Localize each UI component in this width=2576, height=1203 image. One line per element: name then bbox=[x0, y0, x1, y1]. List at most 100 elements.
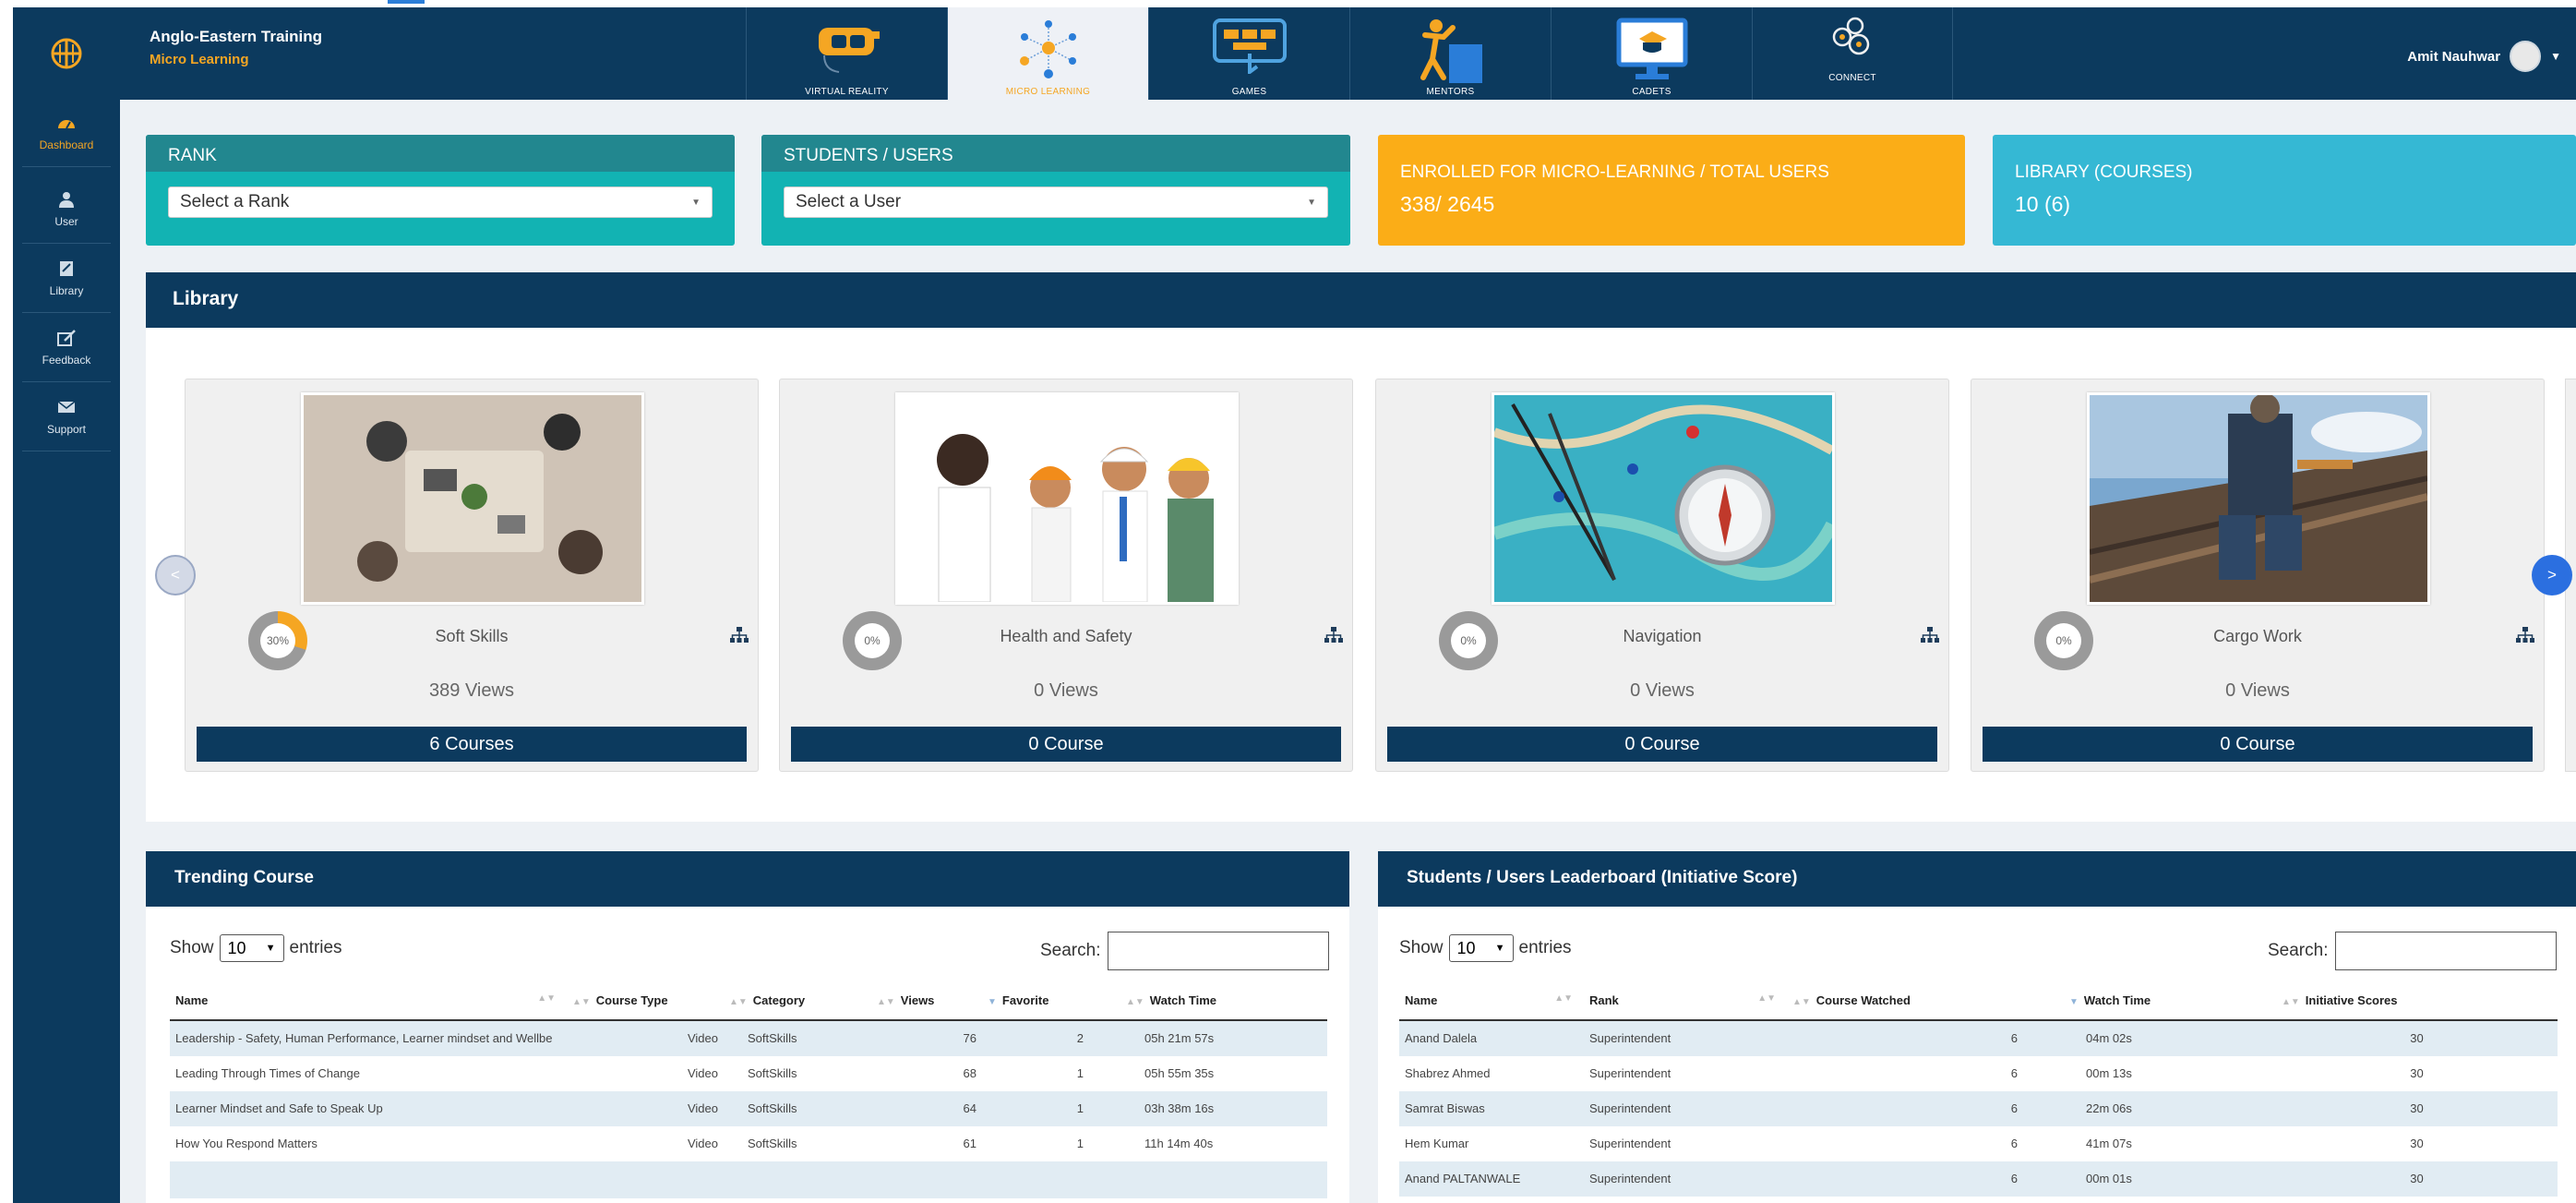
sort-desc-icon: ▼ bbox=[2069, 997, 2079, 1007]
column-header[interactable]: ▲▼ Category bbox=[724, 981, 871, 1021]
column-header[interactable]: ▲▼ Views bbox=[871, 981, 982, 1021]
column-header[interactable]: Name ▲▼ bbox=[1399, 981, 1584, 1021]
sitemap-icon[interactable] bbox=[730, 627, 749, 648]
tab-mentors[interactable]: MENTORS bbox=[1349, 7, 1551, 100]
avatar bbox=[2510, 41, 2542, 72]
cell-initiative-score: 30 bbox=[2410, 1137, 2424, 1150]
sort-icon: ▲▼ bbox=[1757, 993, 1776, 1004]
tab-virtual-reality[interactable]: VIRTUAL REALITY bbox=[746, 7, 947, 100]
cell-watch-time: 04m 02s bbox=[2064, 1020, 2276, 1056]
cell-initiative-score: 30 bbox=[2410, 1066, 2424, 1080]
entries-value: 10 bbox=[1456, 938, 1476, 957]
sitemap-icon[interactable] bbox=[2516, 627, 2534, 648]
rank-select-value: Select a Rank bbox=[180, 192, 290, 211]
user-select[interactable]: Select a User ▼ bbox=[784, 186, 1328, 218]
cell-views: 64 bbox=[871, 1091, 982, 1126]
entries-select[interactable]: 10 ▼ bbox=[1448, 934, 1514, 962]
column-header[interactable]: Rank ▲▼ bbox=[1584, 981, 1787, 1021]
cell-name: Anand Dalela bbox=[1399, 1020, 1584, 1056]
table-row[interactable]: Samrat Biswas Superintendent 6 22m 06s 3… bbox=[1399, 1091, 2558, 1126]
cell-favorite: 2 bbox=[982, 1020, 1120, 1056]
card-courses-button[interactable]: 0 Course bbox=[791, 727, 1341, 762]
card-title: Cargo Work bbox=[2213, 627, 2302, 645]
table-row[interactable]: Hem Kumar Superintendent 6 41m 07s 30 bbox=[1399, 1126, 2558, 1161]
carousel-prev-button[interactable]: < bbox=[155, 555, 196, 595]
card-courses-button[interactable]: 6 Courses bbox=[197, 727, 747, 762]
column-header[interactable]: ▲▼ Course Watched bbox=[1787, 981, 2064, 1021]
sitemap-icon[interactable] bbox=[1324, 627, 1343, 648]
sitemap-icon[interactable] bbox=[1921, 627, 1939, 648]
table-row[interactable]: Leadership - Safety, Human Performance, … bbox=[170, 1020, 1327, 1056]
sidebar-item-support[interactable]: Support bbox=[22, 382, 111, 451]
search-input[interactable] bbox=[2335, 932, 2558, 970]
library-card-navigation[interactable]: 0% Navigation 0 Views 0 Course bbox=[1375, 379, 1949, 772]
entries-value: 10 bbox=[227, 938, 246, 957]
user-icon bbox=[57, 191, 76, 208]
column-header[interactable]: ▼ Watch Time bbox=[2064, 981, 2276, 1021]
sort-icon: ▲▼ bbox=[729, 997, 748, 1007]
library-card-soft-skills[interactable]: 30% Soft Skills 389 Views 6 Courses bbox=[185, 379, 759, 772]
game-board-icon bbox=[1211, 17, 1288, 78]
cell-watch-time: 11h 14m 40s bbox=[1144, 1137, 1214, 1150]
column-header[interactable]: Name ▲▼ bbox=[170, 981, 567, 1021]
show-label: Show bbox=[170, 938, 214, 957]
gears-icon bbox=[1831, 17, 1874, 62]
tab-label: CADETS bbox=[1632, 87, 1671, 97]
tab-cadets[interactable]: CADETS bbox=[1551, 7, 1752, 100]
search-input[interactable] bbox=[1108, 932, 1330, 970]
caret-down-icon: ▼ bbox=[1307, 197, 1316, 208]
table-row[interactable]: Learner Mindset and Safe to Speak Up Vid… bbox=[170, 1091, 1327, 1126]
chevron-down-icon: ▼ bbox=[1494, 943, 1505, 954]
cell-type: Video bbox=[687, 1137, 718, 1150]
table-row[interactable]: Shabrez Ahmed Superintendent 6 00m 13s 3… bbox=[1399, 1056, 2558, 1091]
table-row[interactable]: How You Respond Matters Video SoftSkills… bbox=[170, 1126, 1327, 1161]
app-logo[interactable] bbox=[13, 7, 120, 100]
sidebar-item-user[interactable]: User bbox=[22, 167, 111, 244]
brand: Anglo-Eastern Training Micro Learning bbox=[150, 28, 322, 67]
cell-name: Leadership - Safety, Human Performance, … bbox=[170, 1020, 567, 1056]
library-card-health-safety[interactable]: 0% Health and Safety 0 Views 0 Course bbox=[779, 379, 1353, 772]
sort-icon: ▲▼ bbox=[2282, 997, 2300, 1007]
sidebar-item-feedback[interactable]: Feedback bbox=[22, 313, 111, 382]
trending-length: Show 10 ▼ entries bbox=[170, 934, 342, 962]
tab-games[interactable]: GAMES bbox=[1148, 7, 1349, 100]
column-header[interactable]: ▲▼ Initiative Scores bbox=[2276, 981, 2558, 1021]
cell-course-watched: 6 bbox=[2010, 1137, 2018, 1150]
rank-select[interactable]: Select a Rank ▼ bbox=[168, 186, 713, 218]
card-views: 0 Views bbox=[2225, 680, 2290, 701]
show-label: Show bbox=[1399, 938, 1444, 957]
column-header[interactable]: ▼ Favorite bbox=[982, 981, 1120, 1021]
trending-search: Search: bbox=[1040, 932, 1330, 970]
sidebar-item-label: Support bbox=[46, 423, 87, 436]
tab-connect[interactable]: CONNECT bbox=[1752, 7, 1953, 100]
cell-category: SoftSkills bbox=[724, 1020, 871, 1056]
card-courses-button[interactable]: 0 Course bbox=[1983, 727, 2533, 762]
monitor-icon bbox=[1613, 17, 1691, 88]
search-label: Search: bbox=[2268, 941, 2329, 960]
feedback-icon bbox=[57, 330, 76, 346]
entries-select[interactable]: 10 ▼ bbox=[219, 934, 284, 962]
tab-micro-learning[interactable]: MICRO LEARNING bbox=[947, 7, 1148, 100]
cell-type: Video bbox=[687, 1066, 718, 1080]
table-row[interactable]: Anand Dalela Superintendent 6 04m 02s 30 bbox=[1399, 1020, 2558, 1056]
card-courses-button[interactable]: 0 Course bbox=[1387, 727, 1937, 762]
column-header[interactable]: ▲▼ Course Type bbox=[567, 981, 724, 1021]
sidebar-item-dashboard[interactable]: Dashboard bbox=[22, 98, 111, 167]
card-title: Soft Skills bbox=[435, 627, 509, 645]
sort-desc-icon: ▼ bbox=[988, 997, 997, 1007]
library-card-cargo-work[interactable]: 0% Cargo Work 0 Views 0 Course bbox=[1971, 379, 2545, 772]
column-header[interactable]: ▲▼ Watch Time bbox=[1120, 981, 1327, 1021]
card-views: 0 Views bbox=[1034, 680, 1098, 701]
leaderboard-table: Name ▲▼ Rank ▲▼ ▲▼ Course Watched ▼ Watch Ti… bbox=[1399, 981, 2558, 1197]
tab-label: MICRO LEARNING bbox=[1005, 87, 1091, 97]
sidebar-item-library[interactable]: Library bbox=[22, 244, 111, 313]
cell-watch-time: 03h 38m 16s bbox=[1120, 1091, 1327, 1126]
cell-name: Anand PALTANWALE bbox=[1399, 1161, 1584, 1197]
carousel-next-button[interactable]: > bbox=[2532, 555, 2572, 595]
user-menu[interactable]: Amit Nauhwar ▼ bbox=[2407, 41, 2561, 72]
sidebar: Dashboard User Library Feedback Support bbox=[13, 7, 120, 1203]
table-row[interactable]: Anand PALTANWALE Superintendent 6 00m 01… bbox=[1399, 1161, 2558, 1197]
table-row[interactable]: Leading Through Times of Change Video So… bbox=[170, 1056, 1327, 1091]
cell-favorite: 1 bbox=[982, 1091, 1120, 1126]
cell-views: 68 bbox=[963, 1066, 976, 1080]
